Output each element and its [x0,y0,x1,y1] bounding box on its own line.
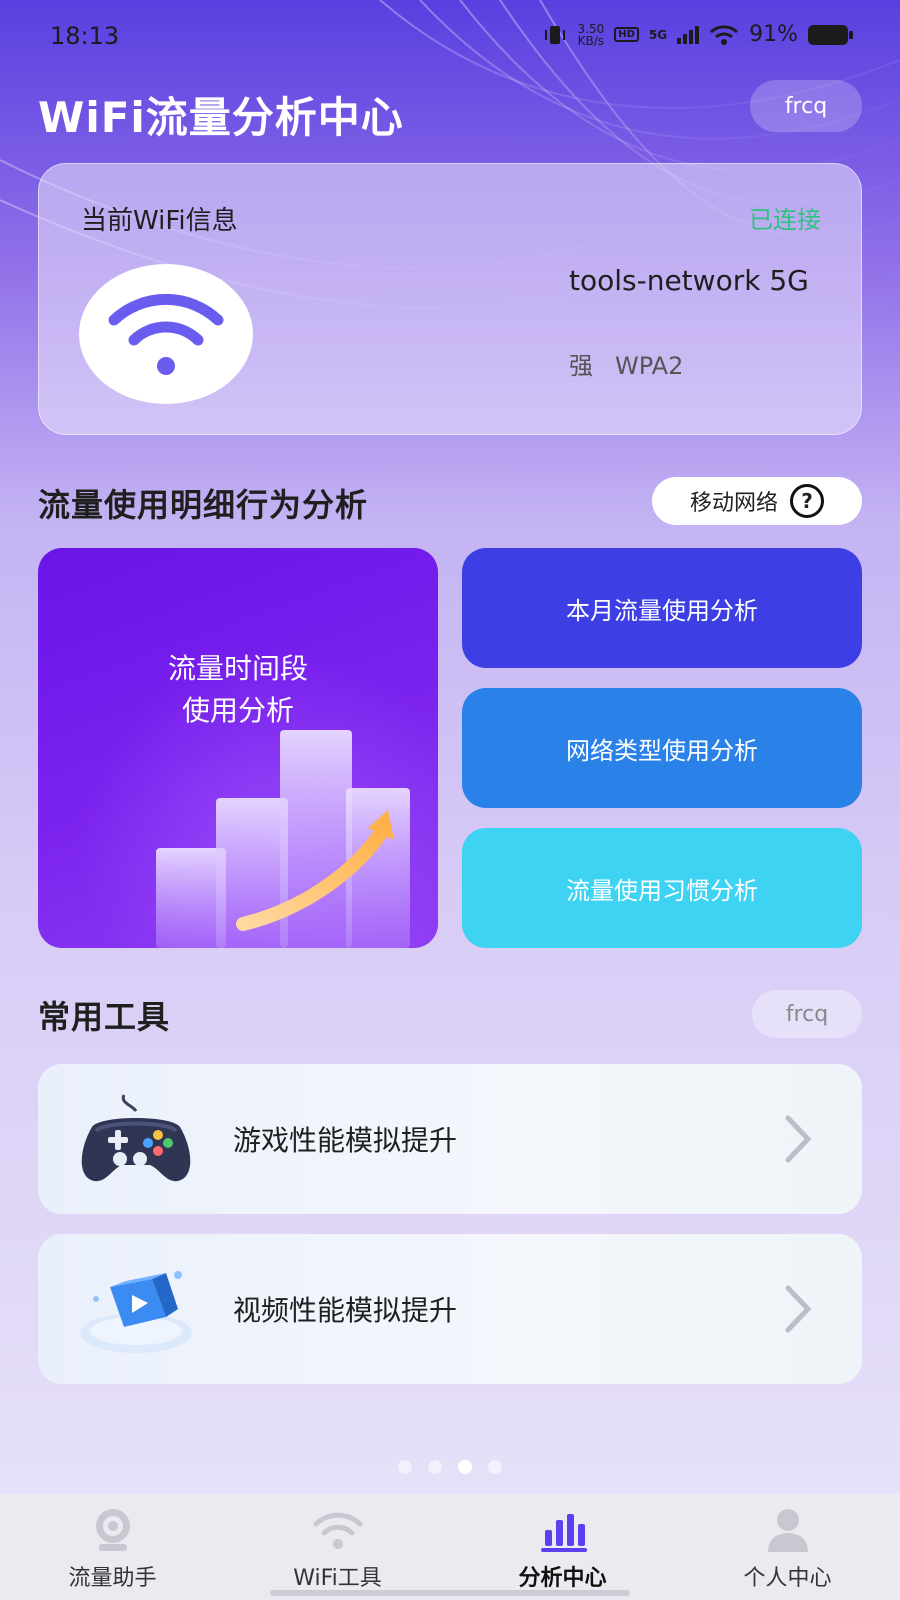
nav-item-wifi-tools[interactable]: WiFi工具 [225,1494,450,1600]
security-type: WPA2 [615,352,684,380]
time-period-analysis-label: 流量时间段 使用分析 [38,648,438,732]
bar-chart-illustration [38,548,438,948]
vibrate-icon [544,25,565,44]
nav-item-traffic-assistant[interactable]: 流量助手 [0,1494,225,1600]
nav-label-analysis-center: 分析中心 [518,1566,607,1591]
bar-chart-icon [540,1514,587,1552]
hd-badge: HD [614,27,639,42]
header-pill[interactable]: frcq [750,80,862,132]
tool-label-game-boost: 游戏性能模拟提升 [233,1124,458,1157]
nav-item-analysis-center[interactable]: 分析中心 [450,1494,675,1600]
battery-percent: 91% [749,22,798,47]
page-indicator [0,1460,900,1474]
chevron-right-icon [785,1285,812,1333]
tool-label-video-boost: 视频性能模拟提升 [233,1294,458,1327]
page-dot [428,1460,442,1474]
status-indicators: 3.50 KB/s HD 5G 91% [542,22,853,47]
video-play-icon [80,1271,192,1353]
chevron-right-icon [785,1115,812,1163]
person-icon [767,1509,808,1552]
network-speed-unit: KB/s [577,33,605,48]
question-icon[interactable]: ? [790,484,824,518]
connection-status: 已连接 [749,206,821,234]
time-period-analysis-tile[interactable]: 流量时间段 使用分析 [38,548,438,948]
signal-strength: 强 [569,352,593,380]
network-type-analysis-tile[interactable]: 网络类型使用分析 [462,688,862,808]
page-dot [398,1460,412,1474]
nav-item-personal-center[interactable]: 个人中心 [675,1494,900,1600]
network-selector-label: 移动网络 [689,491,778,516]
wifi-card-title: 当前WiFi信息 [81,206,238,236]
page-title: WiFi流量分析中心 [38,93,404,142]
time-period-analysis-label-line2: 使用分析 [181,694,294,727]
battery-icon [808,24,853,45]
tool-item-video-boost[interactable]: 视频性能模拟提升 [38,1234,862,1384]
gamepad-icon [81,1094,191,1182]
home-indicator [270,1590,630,1596]
wifi-meta: 强 WPA2 [569,346,683,381]
wifi-ssid: tools-network 5G [569,264,809,297]
page-dot [488,1460,502,1474]
wifi-info-card[interactable]: 当前WiFi信息 已连接 tools-network 5G 强 WPA2 [38,163,862,435]
nav-label-wifi-tools: WiFi工具 [293,1566,382,1591]
cell-signal-icon [677,25,700,44]
network-type: 5G [648,27,668,42]
network-selector[interactable]: 移动网络 ? [652,477,862,525]
monthly-usage-analysis-tile[interactable]: 本月流量使用分析 [462,548,862,668]
status-bar: 18:13 3.50 KB/s HD 5G 91% [0,0,900,78]
usage-habit-analysis-tile[interactable]: 流量使用习惯分析 [462,828,862,948]
time-period-analysis-label-line1: 流量时间段 [167,652,308,685]
tool-item-game-boost[interactable]: 游戏性能模拟提升 [38,1064,862,1214]
wifi-icon [313,1512,362,1549]
nav-label-personal-center: 个人中心 [743,1566,832,1591]
wifi-status-icon [710,24,739,45]
network-speed-value: 3.50 [577,21,605,36]
tools-pill[interactable]: frcq [752,990,862,1038]
traffic-assistant-icon [95,1509,130,1551]
analysis-section-title: 流量使用明细行为分析 [38,486,369,524]
network-speed: 3.50 KB/s [578,23,605,47]
page-dot-active [458,1460,472,1474]
bottom-nav: 流量助手 WiFi工具 分析中心 个人中心 [0,1494,900,1600]
nav-label-traffic-assistant: 流量助手 [68,1566,157,1591]
tools-section-title: 常用工具 [38,998,171,1036]
status-time: 18:13 [50,22,120,50]
wifi-icon [79,264,253,404]
